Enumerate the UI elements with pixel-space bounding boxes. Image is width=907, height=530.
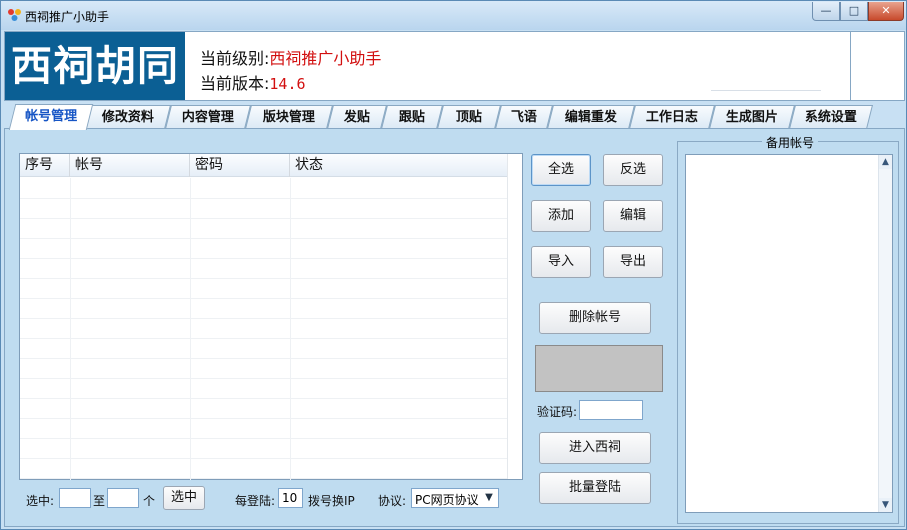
range-to-label: 至 (93, 494, 106, 508)
batch-login-button[interactable]: 批量登陆 (539, 472, 651, 504)
invert-selection-button[interactable]: 反选 (603, 154, 663, 186)
table-gridline (20, 458, 508, 459)
table-gridline (20, 218, 508, 219)
unit-label: 个 (143, 494, 156, 508)
table-gridline (20, 398, 508, 399)
protocol-selected-value: PC网页协议 (415, 493, 479, 507)
edit-button[interactable]: 编辑 (603, 200, 663, 232)
table-gridline (20, 238, 508, 239)
maximize-button[interactable]: □ (840, 2, 868, 21)
tab-strip: 帐号管理 修改资料 内容管理 版块管理 发贴 跟贴 顶贴 飞语 编辑重发 工作日… (4, 104, 905, 130)
enter-xici-button[interactable]: 进入西祠 (539, 432, 651, 464)
table-gridline (20, 278, 508, 279)
status-panel: 当前级别:西祠推广小助手 当前版本:14.6 (185, 32, 851, 100)
table-gridline (20, 258, 508, 259)
delete-account-button[interactable]: 删除帐号 (539, 302, 651, 334)
close-button[interactable]: ✕ (868, 2, 904, 21)
table-gridline (190, 178, 191, 480)
tab-reply[interactable]: 跟贴 (381, 105, 443, 129)
tab-flying-message[interactable]: 飞语 (495, 105, 553, 129)
table-body[interactable] (20, 178, 508, 480)
app-icon (8, 9, 21, 21)
table-gridline (20, 318, 508, 319)
export-button[interactable]: 导出 (603, 246, 663, 278)
account-table[interactable]: 序号 帐号 密码 状态 (19, 153, 523, 480)
tab-post[interactable]: 发贴 (327, 105, 387, 129)
table-gridline (290, 178, 291, 480)
logo: 西祠胡同 (5, 32, 185, 100)
minimize-button[interactable]: — (812, 2, 840, 21)
select-from-input[interactable] (59, 488, 91, 508)
column-header-index[interactable]: 序号 (20, 154, 70, 177)
version-label: 当前版本: (200, 74, 270, 93)
add-button[interactable]: 添加 (531, 200, 591, 232)
tab-system-settings[interactable]: 系统设置 (789, 105, 873, 129)
column-header-password[interactable]: 密码 (190, 154, 290, 177)
select-to-input[interactable] (107, 488, 139, 508)
tab-account-management[interactable]: 帐号管理 (8, 104, 94, 130)
per-login-input[interactable]: 10 (278, 488, 303, 508)
divider (711, 90, 821, 91)
table-gridline (20, 358, 508, 359)
header-banner: 西祠胡同 当前级别:西祠推广小助手 当前版本:14.6 (4, 31, 905, 101)
protocol-select[interactable]: PC网页协议 ▼ (411, 488, 499, 508)
title-bar[interactable]: 西祠推广小助手 — □ ✕ (1, 1, 906, 30)
backup-accounts-textarea[interactable]: ▲ ▼ (685, 154, 893, 513)
table-gridline (20, 438, 508, 439)
window-title: 西祠推广小助手 (25, 10, 110, 24)
tab-generate-image[interactable]: 生成图片 (709, 105, 795, 129)
table-gridline (20, 378, 508, 379)
captcha-image[interactable] (535, 345, 663, 392)
level-label: 当前级别: (200, 49, 270, 68)
backup-accounts-group: 备用帐号 ▲ ▼ (677, 134, 899, 524)
chevron-down-icon[interactable]: ▼ (482, 490, 496, 506)
current-version: 当前版本:14.6 (200, 70, 306, 94)
select-range-label: 选中: (26, 494, 55, 508)
scroll-down-icon[interactable]: ▼ (879, 498, 892, 512)
tab-board-management[interactable]: 版块管理 (245, 105, 333, 129)
table-header: 序号 帐号 密码 状态 (20, 154, 508, 177)
tab-edit-profile[interactable]: 修改资料 (85, 105, 171, 129)
select-button[interactable]: 选中 (163, 486, 205, 510)
table-scroll-area (507, 154, 522, 479)
table-gridline (20, 338, 508, 339)
tab-bump[interactable]: 顶贴 (437, 105, 501, 129)
table-gridline (20, 418, 508, 419)
tab-work-log[interactable]: 工作日志 (629, 105, 715, 129)
app-window: 西祠推广小助手 — □ ✕ 西祠胡同 当前级别:西祠推广小助手 当前版本:14.… (0, 0, 907, 530)
tab-edit-repost[interactable]: 编辑重发 (547, 105, 635, 129)
table-gridline (20, 298, 508, 299)
current-level: 当前级别:西祠推广小助手 (200, 45, 381, 69)
select-all-button[interactable]: 全选 (531, 154, 591, 186)
table-gridline (20, 478, 508, 479)
column-header-status[interactable]: 状态 (290, 154, 508, 177)
backup-scrollbar[interactable]: ▲ ▼ (878, 155, 892, 512)
account-management-panel: 序号 帐号 密码 状态 全选 反选 添加 编辑 导入 导出 删除帐号 验证码: … (4, 128, 905, 527)
per-login-label: 每登陆: (235, 494, 276, 508)
version-value: 14.6 (269, 75, 306, 93)
scroll-up-icon[interactable]: ▲ (879, 155, 892, 169)
table-gridline (70, 178, 71, 480)
dial-change-ip-label: 拨号换IP (308, 494, 355, 508)
level-value: 西祠推广小助手 (269, 49, 382, 68)
tab-content-management[interactable]: 内容管理 (165, 105, 251, 129)
captcha-input[interactable] (579, 400, 643, 420)
column-header-account[interactable]: 帐号 (70, 154, 190, 177)
protocol-label: 协议: (378, 494, 407, 508)
import-button[interactable]: 导入 (531, 246, 591, 278)
table-gridline (20, 198, 508, 199)
backup-accounts-title: 备用帐号 (762, 134, 819, 151)
captcha-label: 验证码: (537, 405, 578, 419)
